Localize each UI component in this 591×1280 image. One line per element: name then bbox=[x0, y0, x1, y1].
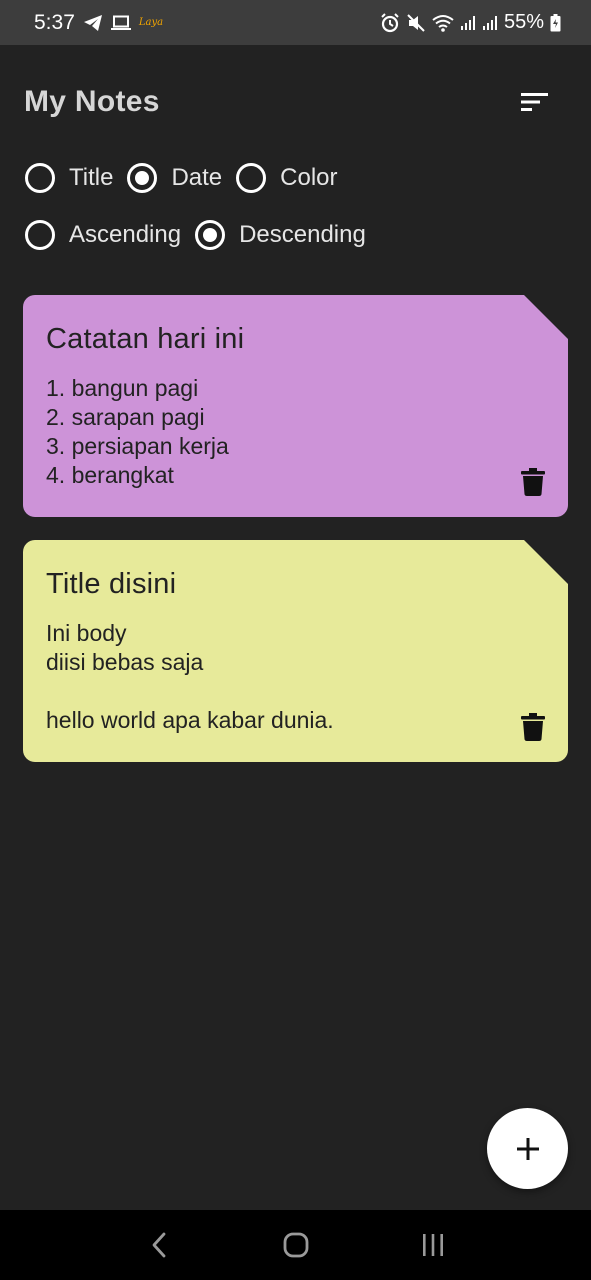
sort-button[interactable] bbox=[519, 86, 551, 118]
radio-button[interactable] bbox=[127, 163, 158, 193]
radio-button[interactable] bbox=[25, 220, 55, 250]
battery-icon bbox=[550, 13, 561, 32]
system-nav-bar bbox=[0, 1210, 591, 1280]
signal-icon bbox=[460, 15, 476, 31]
add-note-button[interactable] bbox=[487, 1108, 568, 1189]
sort-icon bbox=[521, 93, 548, 111]
trash-icon bbox=[521, 713, 545, 741]
nav-recents-button[interactable] bbox=[413, 1225, 453, 1265]
status-time: 5:37 bbox=[34, 10, 75, 34]
radio-selected-dot bbox=[135, 171, 150, 185]
delete-note-button[interactable] bbox=[521, 468, 545, 496]
status-bar: 5:37 Laya 55% bbox=[0, 0, 591, 45]
note-body: Ini body diisi bebas saja hello world ap… bbox=[46, 620, 334, 733]
plus-icon bbox=[516, 1137, 539, 1160]
back-icon bbox=[152, 1232, 165, 1258]
radio-descending[interactable]: Descending bbox=[195, 220, 366, 250]
note-card[interactable]: Title disini Ini body diisi bebas saja h… bbox=[23, 540, 568, 762]
radio-title[interactable]: Title bbox=[25, 163, 113, 193]
delete-note-button[interactable] bbox=[521, 713, 545, 741]
status-right: 55% bbox=[380, 11, 561, 34]
note-card[interactable]: Catatan hari ini 1. bangun pagi 2. sarap… bbox=[23, 295, 568, 517]
telegram-icon bbox=[83, 14, 103, 32]
radio-label: Date bbox=[171, 164, 223, 191]
note-title: Title disini bbox=[46, 568, 177, 600]
page-title: My Notes bbox=[24, 85, 160, 118]
alarm-icon bbox=[380, 12, 400, 33]
radio-button[interactable] bbox=[25, 163, 55, 193]
app-badge: Laya bbox=[138, 17, 164, 28]
radio-ascending[interactable]: Ascending bbox=[25, 220, 181, 250]
radio-selected-dot bbox=[203, 228, 218, 242]
app-header: My Notes bbox=[24, 85, 551, 119]
laptop-icon bbox=[110, 15, 131, 31]
nav-home-button[interactable] bbox=[276, 1225, 316, 1265]
sort-by-group: Title Date Color bbox=[25, 163, 352, 193]
recents-icon bbox=[422, 1234, 443, 1256]
status-left: 5:37 Laya bbox=[34, 11, 163, 35]
home-icon bbox=[283, 1232, 308, 1258]
note-body: 1. bangun pagi 2. sarapan pagi 3. persia… bbox=[46, 375, 229, 488]
trash-icon bbox=[521, 468, 545, 496]
radio-label: Ascending bbox=[69, 221, 182, 248]
note-corner-fold bbox=[524, 295, 568, 339]
order-group: Ascending Descending bbox=[25, 220, 380, 250]
radio-button[interactable] bbox=[236, 163, 267, 193]
radio-button[interactable] bbox=[195, 220, 226, 250]
mute-icon bbox=[406, 13, 426, 33]
note-title: Catatan hari ini bbox=[46, 323, 245, 355]
radio-label: Title bbox=[69, 164, 114, 191]
radio-color[interactable]: Color bbox=[236, 163, 338, 193]
app-screen: My Notes Title Date Color Ascending Desc… bbox=[0, 45, 591, 1210]
nav-back-button[interactable] bbox=[139, 1225, 179, 1265]
radio-date[interactable]: Date bbox=[127, 163, 222, 193]
radio-label: Color bbox=[280, 164, 338, 191]
wifi-icon bbox=[432, 14, 454, 32]
battery-percent: 55% bbox=[503, 11, 544, 33]
radio-label: Descending bbox=[239, 221, 366, 248]
note-corner-fold bbox=[524, 540, 568, 584]
signal-icon-2 bbox=[482, 15, 498, 31]
